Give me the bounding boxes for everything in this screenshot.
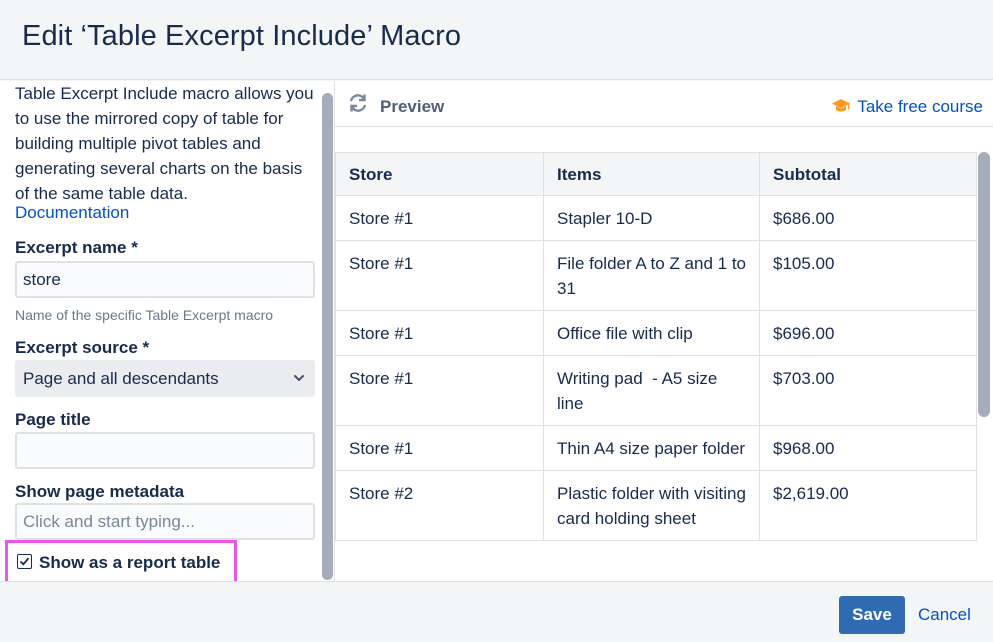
chevron-down-icon [293,360,305,411]
dialog-header: Edit ‘Table Excerpt Include’ Macro [0,0,993,80]
page-metadata-input[interactable]: Click and start typing... [15,503,315,540]
table-cell: Store #1 [335,310,544,356]
table-cell: Store #1 [335,355,544,426]
table-cell: $696.00 [759,310,977,356]
table-row: Store #1 Thin A4 size paper folder $968.… [335,425,977,471]
excerpt-name-help: Name of the specific Table Excerpt macro [15,307,274,323]
table-cell: $105.00 [759,240,977,311]
table-cell: $703.00 [759,355,977,426]
dialog-footer: Save Cancel [0,581,993,642]
table-cell: Thin A4 size paper folder [543,425,760,471]
table-row: Store #1 Office file with clip $696.00 [335,310,977,356]
take-free-course-link[interactable]: Take free course [831,97,983,117]
take-free-course-label: Take free course [857,97,983,116]
preview-table: Store Items Subtotal Store #1 Stapler 10… [335,152,977,541]
table-row: Store #2 Plastic folder with visiting ca… [335,470,977,541]
preview-table-container: Store Items Subtotal Store #1 Stapler 10… [335,152,977,581]
page-title-label: Page title [15,410,91,429]
excerpt-source-label: Excerpt source * [15,338,150,357]
macro-description: Table Excerpt Include macro allows you t… [15,84,314,203]
column-header-subtotal: Subtotal [759,152,977,196]
excerpt-name-input[interactable]: store [15,261,315,298]
table-cell: File folder A to Z and 1 to 31 [543,240,760,311]
table-header-row: Store Items Subtotal [335,152,977,196]
documentation-link[interactable]: Documentation [15,203,129,223]
refresh-icon[interactable] [347,92,369,119]
excerpt-source-value: Page and all descendants [23,369,219,388]
excerpt-name-label: Excerpt name * [15,238,138,257]
excerpt-source-select[interactable]: Page and all descendants [15,360,315,397]
page-title-input[interactable] [15,432,315,469]
page-metadata-label: Show page metadata [15,482,185,501]
table-cell: $968.00 [759,425,977,471]
preview-scrollbar[interactable] [978,152,990,417]
graduation-cap-icon [831,97,856,116]
column-header-store: Store [335,152,544,196]
left-scrollbar[interactable] [322,93,333,580]
macro-settings-panel: Table Excerpt Include macro allows you t… [0,81,334,581]
table-cell: Store #1 [335,425,544,471]
column-header-items: Items [543,152,760,196]
report-table-highlight: Show as a report table [5,540,237,581]
report-table-label[interactable]: Show as a report table [39,553,220,573]
table-cell: Office file with clip [543,310,760,356]
table-row: Store #1 Stapler 10-D $686.00 [335,195,977,241]
preview-toolbar: Preview Take free course [335,81,993,127]
report-table-checkbox[interactable] [17,554,32,569]
table-cell: Store #2 [335,470,544,541]
preview-label: Preview [380,97,445,116]
table-cell: Plastic folder with visiting card holdin… [543,470,760,541]
table-cell: Writing pad - A5 size line [543,355,760,426]
table-row: Store #1 File folder A to Z and 1 to 31 … [335,240,977,311]
table-row: Store #1 Writing pad - A5 size line $703… [335,355,977,426]
table-cell: $686.00 [759,195,977,241]
save-button[interactable]: Save [839,596,905,634]
preview-panel: Preview Take free course Store Items Sub… [335,81,993,581]
table-cell: Store #1 [335,240,544,311]
dialog-title: Edit ‘Table Excerpt Include’ Macro [22,20,462,52]
table-cell: Store #1 [335,195,544,241]
table-cell: Stapler 10-D [543,195,760,241]
checkmark-icon [19,557,30,566]
table-cell: $2,619.00 [759,470,977,541]
cancel-button[interactable]: Cancel [918,605,971,625]
